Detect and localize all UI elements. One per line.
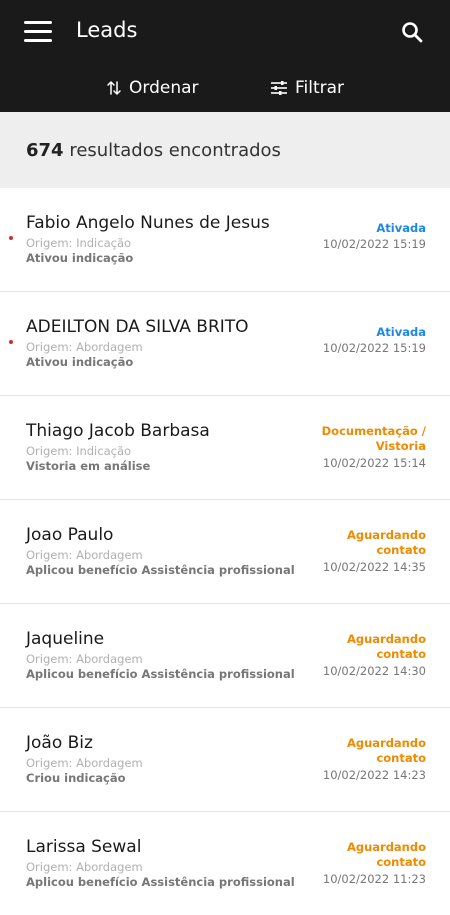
unread-indicator — [9, 236, 13, 240]
lead-date: 10/02/2022 14:23 — [322, 768, 426, 782]
lead-item[interactable]: Fabio Angelo Nunes de Jesus Origem: Indi… — [0, 188, 450, 292]
lead-item[interactable]: Thiago Jacob Barbasa Origem: Indicação V… — [0, 396, 450, 500]
page-title: Leads — [76, 18, 138, 42]
lead-status: Documentação / Vistoria — [321, 424, 426, 453]
lead-last-action: Aplicou benefício Assistência profission… — [26, 875, 295, 889]
filter-label: Filtrar — [295, 78, 345, 98]
lead-last-action: Aplicou benefício Assistência profission… — [26, 563, 295, 577]
lead-last-action: Criou indicação — [26, 771, 126, 785]
lead-origin: Origem: Abordagem — [26, 340, 143, 354]
lead-origin: Origem: Indicação — [26, 236, 132, 250]
lead-status: Aguardando contato — [346, 632, 426, 661]
lead-last-action: Vistoria em análise — [26, 459, 151, 473]
lead-last-action: Aplicou benefício Assistência profission… — [26, 667, 295, 681]
lead-name: ADEILTON DA SILVA BRITO — [26, 317, 249, 337]
lead-item[interactable]: Joao Paulo Origem: Abordagem Aplicou ben… — [0, 500, 450, 604]
unread-indicator — [9, 340, 13, 344]
lead-origin: Origem: Abordagem — [26, 860, 143, 874]
results-text: resultados encontrados — [69, 139, 281, 161]
lead-date: 10/02/2022 11:23 — [322, 872, 426, 886]
lead-name: João Biz — [26, 733, 93, 753]
lead-status: Aguardando contato — [346, 736, 426, 765]
lead-item[interactable]: ADEILTON DA SILVA BRITO Origem: Abordage… — [0, 292, 450, 396]
lead-name: Fabio Angelo Nunes de Jesus — [26, 213, 270, 233]
app-header: Leads Ordenar Filtrar — [0, 0, 450, 112]
lead-name: Jaqueline — [26, 629, 105, 649]
lead-status: Ativada — [376, 325, 426, 339]
lead-last-action: Ativou indicação — [26, 355, 134, 369]
lead-date: 10/02/2022 14:30 — [322, 664, 426, 678]
menu-icon[interactable] — [24, 21, 52, 43]
filter-icon — [271, 81, 287, 95]
filter-button[interactable]: Filtrar — [270, 74, 344, 102]
lead-date: 10/02/2022 14:35 — [322, 560, 426, 574]
lead-name: Joao Paulo — [26, 525, 114, 545]
lead-name: Thiago Jacob Barbasa — [26, 421, 210, 441]
lead-status: Aguardando contato — [346, 528, 426, 557]
sort-icon — [107, 81, 121, 95]
lead-origin: Origem: Abordagem — [26, 548, 143, 562]
lead-item[interactable]: João Biz Origem: Abordagem Criou indicaç… — [0, 708, 450, 812]
lead-date: 10/02/2022 15:19 — [322, 237, 426, 251]
lead-last-action: Ativou indicação — [26, 251, 134, 265]
sort-button[interactable]: Ordenar — [106, 74, 199, 102]
lead-date: 10/02/2022 15:14 — [322, 456, 426, 470]
lead-item[interactable]: Jaqueline Origem: Abordagem Aplicou bene… — [0, 604, 450, 708]
sort-label: Ordenar — [129, 78, 199, 98]
lead-origin: Origem: Indicação — [26, 444, 132, 458]
search-icon[interactable] — [400, 20, 424, 44]
lead-status: Ativada — [376, 221, 426, 235]
results-summary: 674 resultados encontrados — [0, 112, 450, 188]
results-count: 674 — [26, 139, 64, 161]
lead-origin: Origem: Abordagem — [26, 756, 143, 770]
leads-list: Fabio Angelo Nunes de Jesus Origem: Indi… — [0, 188, 450, 915]
lead-name: Larissa Sewal — [26, 837, 142, 857]
lead-date: 10/02/2022 15:19 — [322, 341, 426, 355]
lead-status: Aguardando contato — [346, 840, 426, 869]
lead-origin: Origem: Abordagem — [26, 652, 143, 666]
